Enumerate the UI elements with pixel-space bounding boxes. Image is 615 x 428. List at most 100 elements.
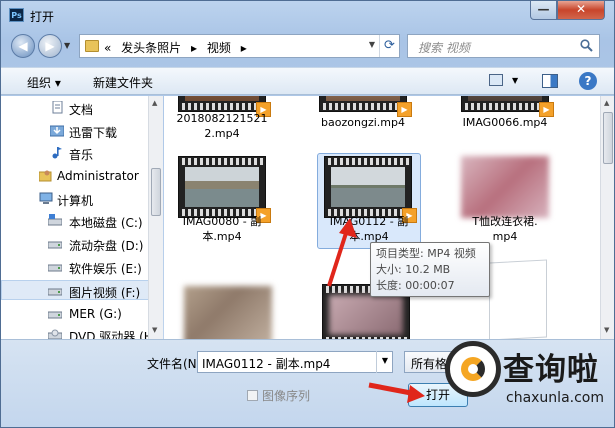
- drive-icon: [48, 264, 62, 272]
- video-thumbnail[interactable]: ▶: [319, 96, 412, 117]
- scrollbar-thumb[interactable]: [151, 168, 161, 216]
- tooltip-type: 项目类型: MP4 视频: [376, 247, 476, 260]
- nav-item-computer[interactable]: 计算机: [1, 189, 149, 209]
- nav-item-dvd-drive[interactable]: DVD 驱动器 (H: [1, 325, 153, 339]
- breadcrumb-chevron-icon[interactable]: ▸: [241, 41, 247, 55]
- nav-item-label: 音乐: [69, 148, 94, 162]
- nav-item-label: 文档: [69, 103, 94, 117]
- content-scrollbar[interactable]: ▲ ▼: [600, 96, 614, 339]
- nav-item-drive-c[interactable]: 本地磁盘 (C:): [1, 211, 149, 231]
- file-info-tooltip: 项目类型: MP4 视频 大小: 10.2 MB 长度: 00:00:07: [370, 242, 490, 297]
- nav-item-documents[interactable]: 文档: [1, 98, 149, 118]
- image-sequence-label: 图像序列: [262, 389, 311, 403]
- open-dialog: Ps 打开 — ✕ ◀ ▶ ▼ « 发头条照片 ▸ 视频 ▸ ▼ ⟳ 搜索 视频…: [0, 0, 615, 428]
- forward-button[interactable]: ▶: [38, 34, 62, 58]
- refresh-icon: ⟳: [384, 38, 395, 53]
- watermark-text: 查询啦: [503, 352, 599, 388]
- breadcrumb-item-current[interactable]: 视频: [207, 41, 231, 55]
- nav-item-drive-e[interactable]: 软件娱乐 (E:): [1, 257, 149, 277]
- scroll-down-icon[interactable]: ▼: [152, 326, 157, 334]
- help-icon[interactable]: ?: [579, 72, 597, 90]
- preview-pane-icon[interactable]: [542, 74, 558, 88]
- title-bar: Ps 打开 — ✕: [1, 1, 614, 29]
- breadcrumb: « 发头条照片 ▸ 视频 ▸: [104, 39, 253, 56]
- nav-item-label: 流动杂盘 (D:): [69, 239, 144, 253]
- image-sequence-checkbox[interactable]: 图像序列: [247, 387, 310, 404]
- change-view-icon[interactable]: [489, 74, 503, 86]
- image-thumbnail[interactable]: [184, 286, 272, 339]
- address-bar[interactable]: « 发头条照片 ▸ 视频 ▸ ▼: [79, 34, 400, 58]
- minimize-button[interactable]: —: [530, 1, 557, 20]
- watermark-logo-icon: [445, 341, 501, 397]
- nav-item-label: MER (G:): [69, 307, 122, 321]
- forward-arrow-icon: ▶: [45, 39, 55, 53]
- system-drive-icon: [48, 214, 62, 226]
- download-icon: [50, 125, 64, 137]
- filename-history-dropdown[interactable]: ▼: [376, 351, 393, 373]
- nav-item-administrator[interactable]: Administrator: [1, 166, 149, 186]
- navigation-scrollbar[interactable]: ▲ ▼: [148, 96, 163, 339]
- image-thumbnail[interactable]: [461, 156, 549, 218]
- video-thumbnail[interactable]: ▶: [461, 96, 554, 117]
- drive-icon: [48, 311, 62, 319]
- video-thumbnail[interactable]: ▶: [178, 156, 271, 223]
- nav-item-label: 软件娱乐 (E:): [69, 262, 142, 276]
- nav-item-label: 本地磁盘 (C:): [69, 216, 143, 230]
- tooltip-duration: 长度: 00:00:07: [376, 279, 455, 292]
- navigation-pane: 文档 迅雷下载 音乐 Administrator 计算机 本地磁盘 (C:) 流…: [1, 96, 163, 339]
- nav-item-drive-g[interactable]: MER (G:): [1, 304, 149, 324]
- view-options-dropdown[interactable]: ▼: [512, 76, 518, 85]
- breadcrumb-chevron-icon[interactable]: ▸: [191, 41, 197, 55]
- nav-item-drive-f[interactable]: 图片视频 (F:): [1, 280, 149, 300]
- photoshop-app-icon: Ps: [9, 8, 24, 22]
- filename-input[interactable]: IMAG0112 - 副本.mp4: [197, 351, 393, 373]
- file-name-line: 本.mp4: [202, 230, 242, 243]
- nav-item-label: DVD 驱动器 (H: [69, 330, 153, 339]
- address-dropdown-icon[interactable]: ▼: [369, 40, 375, 49]
- nav-item-music[interactable]: 音乐: [1, 143, 149, 163]
- close-button[interactable]: ✕: [557, 1, 605, 20]
- new-folder-button[interactable]: 新建文件夹: [93, 74, 153, 91]
- music-icon: [52, 147, 62, 159]
- back-arrow-icon: ◀: [18, 39, 28, 53]
- folder-icon: [85, 40, 99, 52]
- blank-file-icon[interactable]: [489, 259, 547, 339]
- scroll-up-icon[interactable]: ▲: [604, 99, 609, 107]
- recent-locations-dropdown[interactable]: ▼: [64, 41, 70, 50]
- window-title: 打开: [30, 10, 55, 24]
- annotation-arrow-icon: [368, 382, 425, 403]
- back-button[interactable]: ◀: [11, 34, 35, 58]
- video-thumbnail[interactable]: ▶: [324, 156, 417, 223]
- organize-menu[interactable]: 组织 ▾: [27, 74, 61, 91]
- refresh-button[interactable]: ⟳: [379, 35, 399, 57]
- file-name[interactable]: T恤改连衣裙. mp4: [445, 214, 565, 244]
- search-box[interactable]: 搜索 视频: [407, 34, 600, 58]
- command-toolbar: 组织 ▾ 新建文件夹 ▼ ?: [1, 67, 614, 95]
- breadcrumb-item-parent[interactable]: 发头条照片: [121, 41, 181, 55]
- file-name-line: IMAG0066.mp4: [462, 116, 548, 129]
- nav-item-label: Administrator: [57, 169, 139, 183]
- search-icon: [580, 39, 593, 52]
- search-input[interactable]: 搜索 视频: [418, 39, 470, 56]
- dvd-drive-icon: [48, 329, 62, 339]
- nav-item-thunder-downloads[interactable]: 迅雷下载: [1, 121, 149, 141]
- file-name-line: T恤改连衣裙.: [472, 215, 538, 228]
- scroll-down-icon[interactable]: ▼: [604, 326, 609, 334]
- video-thumbnail[interactable]: ▶: [178, 96, 271, 117]
- annotation-arrow-icon: [327, 218, 357, 287]
- checkbox-box[interactable]: [247, 390, 258, 401]
- nav-item-drive-d[interactable]: 流动杂盘 (D:): [1, 234, 149, 254]
- nav-item-label: 计算机: [57, 194, 94, 208]
- user-folder-icon: [39, 170, 52, 182]
- file-name-line: 2.mp4: [204, 127, 240, 140]
- file-name[interactable]: IMAG0066.mp4: [445, 115, 565, 130]
- breadcrumb-overflow[interactable]: «: [104, 41, 111, 55]
- scroll-up-icon[interactable]: ▲: [152, 99, 157, 107]
- scrollbar-thumb[interactable]: [603, 112, 613, 164]
- tooltip-size: 大小: 10.2 MB: [376, 263, 451, 276]
- file-name[interactable]: baozongzi.mp4: [303, 115, 423, 130]
- file-name-line: IMAG0080 - 副: [182, 215, 262, 228]
- file-list: ▶ ▶ ▶ 2018082121521 2.mp4 baozongzi.mp4 …: [164, 96, 600, 339]
- file-name[interactable]: 2018082121521 2.mp4: [164, 111, 282, 141]
- file-name[interactable]: IMAG0080 - 副 本.mp4: [164, 214, 282, 244]
